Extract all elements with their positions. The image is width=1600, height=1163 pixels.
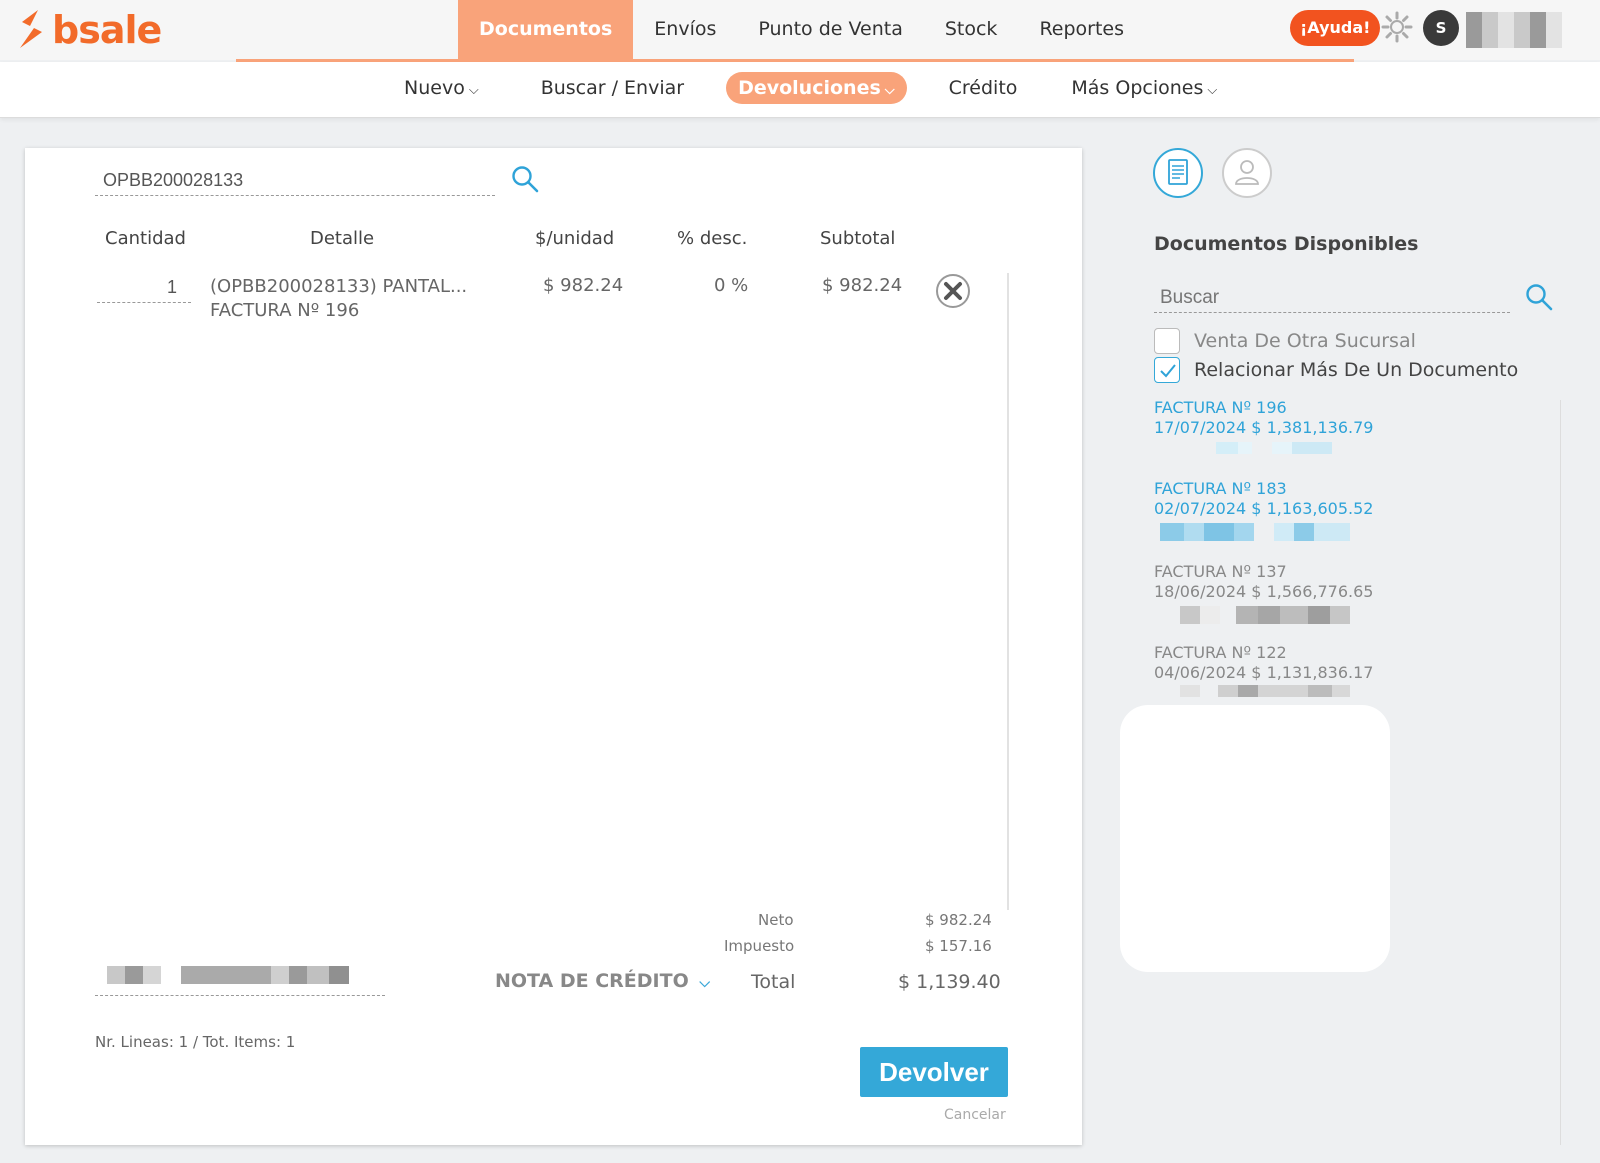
document-list-item[interactable]: FACTURA Nº 196 17/07/2024 $ 1,381,136.79 <box>1154 398 1373 454</box>
checkbox-box[interactable] <box>1154 328 1180 354</box>
col-discount: % desc. <box>677 228 748 249</box>
subnav-nuevo[interactable]: Nuevo ⌵ <box>392 72 491 104</box>
top-header: bsale Documentos Envíos Punto de Venta S… <box>0 0 1600 60</box>
doc-client-redacted <box>1154 685 1354 697</box>
document-type-select[interactable]: NOTA DE CRÉDITO ⌵ <box>495 970 710 992</box>
brand-name: bsale <box>52 8 162 52</box>
devolver-button[interactable]: Devolver <box>860 1047 1008 1097</box>
chevron-down-icon: ⌵ <box>1207 83 1218 98</box>
search-icon[interactable] <box>510 164 540 194</box>
chevron-down-icon: ⌵ <box>884 83 895 98</box>
document-icon <box>1168 159 1188 185</box>
checkbox-box-checked[interactable] <box>1154 357 1180 383</box>
subnav-buscar-enviar[interactable]: Buscar / Enviar <box>529 72 696 104</box>
subnav-buscar-enviar-label: Buscar / Enviar <box>540 77 685 99</box>
chevron-down-icon: ⌵ <box>699 975 710 991</box>
scroll-divider <box>1007 273 1009 910</box>
client-field-redacted[interactable] <box>95 966 385 996</box>
checkbox-multiple-docs[interactable]: Relacionar Más De Un Documento <box>1154 357 1518 383</box>
detail-document: FACTURA Nº 196 <box>210 300 360 321</box>
col-subtotal: Subtotal <box>820 228 896 249</box>
search-icon[interactable] <box>1524 282 1554 312</box>
nav-punto-de-venta[interactable]: Punto de Venta <box>737 0 923 60</box>
chevron-down-icon: ⌵ <box>468 83 479 98</box>
remove-row-icon[interactable] <box>935 273 971 309</box>
checkbox-label: Venta De Otra Sucursal <box>1194 330 1416 352</box>
user-name-redacted[interactable] <box>1466 12 1562 48</box>
col-detalle: Detalle <box>310 228 375 249</box>
cancel-link[interactable]: Cancelar <box>944 1107 1006 1123</box>
gear-icon[interactable] <box>1380 10 1414 44</box>
available-docs-title: Documentos Disponibles <box>1154 233 1419 255</box>
doc-title: FACTURA Nº 196 <box>1154 398 1287 417</box>
subnav-mas-opciones[interactable]: Más Opciones ⌵ <box>1059 72 1229 104</box>
checkbox-other-branch[interactable]: Venta De Otra Sucursal <box>1154 328 1416 354</box>
sub-header: Nuevo ⌵ Buscar / Enviar Devoluciones ⌵ Cré… <box>0 62 1600 118</box>
table-row: (OPBB200028133) PANTAL... FACTURA Nº 196… <box>25 273 1082 333</box>
doc-date-amount: 04/06/2024 $ 1,131,836.17 <box>1154 663 1374 682</box>
subtotal-cell: $ 982.24 <box>822 275 903 296</box>
doc-title: FACTURA Nº 122 <box>1154 643 1287 662</box>
nav-stock[interactable]: Stock <box>924 0 1019 60</box>
empty-preview-card <box>1120 705 1390 972</box>
doc-client-redacted <box>1154 606 1354 624</box>
help-button[interactable]: ¡Ayuda! <box>1290 10 1381 46</box>
user-icon <box>1235 160 1259 185</box>
impuesto-value: $ 157.16 <box>925 937 992 955</box>
nav-reportes[interactable]: Reportes <box>1018 0 1145 60</box>
discount-cell: 0 % <box>714 275 749 296</box>
document-type-label: NOTA DE CRÉDITO <box>495 970 689 992</box>
subnav-devoluciones[interactable]: Devoluciones ⌵ <box>726 72 907 104</box>
subnav-credito[interactable]: Crédito <box>937 72 1030 104</box>
col-cantidad: Cantidad <box>105 228 186 249</box>
return-form-panel: Cantidad Detalle $/unidad % desc. Subtot… <box>25 148 1082 1145</box>
table-header: Cantidad Detalle $/unidad % desc. Subtot… <box>25 228 1082 256</box>
neto-value: $ 982.24 <box>925 911 992 929</box>
total-label: Total <box>751 971 796 993</box>
doc-client-redacted <box>1154 442 1354 454</box>
nav-documentos[interactable]: Documentos <box>458 0 634 60</box>
subnav-devoluciones-label: Devoluciones <box>738 77 881 99</box>
list-scrollbar[interactable] <box>1560 400 1561 1145</box>
neto-label: Neto <box>758 911 794 929</box>
total-value: $ 1,139.40 <box>898 971 1001 993</box>
document-list-item[interactable]: FACTURA Nº 137 18/06/2024 $ 1,566,776.65 <box>1154 562 1373 624</box>
checkbox-label: Relacionar Más De Un Documento <box>1194 359 1519 381</box>
detail-cell: (OPBB200028133) PANTAL... FACTURA Nº 196 <box>210 275 467 323</box>
check-icon <box>1160 364 1176 378</box>
impuesto-label: Impuesto <box>724 937 795 955</box>
detail-product: (OPBB200028133) PANTAL... <box>210 276 468 297</box>
subnav-credito-label: Crédito <box>948 77 1018 99</box>
documents-tab[interactable] <box>1153 148 1203 198</box>
brand-logo[interactable]: bsale <box>16 6 162 54</box>
product-search-input[interactable] <box>95 166 495 196</box>
doc-date-amount: 18/06/2024 $ 1,566,776.65 <box>1154 582 1374 601</box>
lines-info: Nr. Lineas: 1 / Tot. Items: 1 <box>95 1033 296 1051</box>
user-avatar[interactable]: S <box>1423 10 1459 46</box>
document-list-item[interactable]: FACTURA Nº 183 02/07/2024 $ 1,163,605.52 <box>1154 479 1373 541</box>
subnav-nuevo-label: Nuevo <box>404 77 465 99</box>
doc-title: FACTURA Nº 137 <box>1154 562 1287 581</box>
doc-date-amount: 17/07/2024 $ 1,381,136.79 <box>1154 418 1374 437</box>
sub-nav: Nuevo ⌵ Buscar / Enviar Devoluciones ⌵ Cré… <box>392 72 1249 104</box>
bsale-logo-icon <box>20 10 42 48</box>
nav-envios[interactable]: Envíos <box>633 0 737 60</box>
main-nav: Documentos Envíos Punto de Venta Stock R… <box>458 0 1145 60</box>
document-list-item[interactable]: FACTURA Nº 122 04/06/2024 $ 1,131,836.17 <box>1154 643 1373 697</box>
doc-date-amount: 02/07/2024 $ 1,163,605.52 <box>1154 499 1374 518</box>
subnav-mas-opciones-label: Más Opciones <box>1071 77 1204 99</box>
document-search-input[interactable] <box>1154 283 1510 313</box>
col-unit-price: $/unidad <box>535 228 615 249</box>
quantity-input[interactable] <box>97 273 191 303</box>
client-tab[interactable] <box>1222 148 1272 198</box>
doc-title: FACTURA Nº 183 <box>1154 479 1287 498</box>
doc-client-redacted <box>1154 523 1354 541</box>
unit-price-cell: $ 982.24 <box>543 275 624 296</box>
